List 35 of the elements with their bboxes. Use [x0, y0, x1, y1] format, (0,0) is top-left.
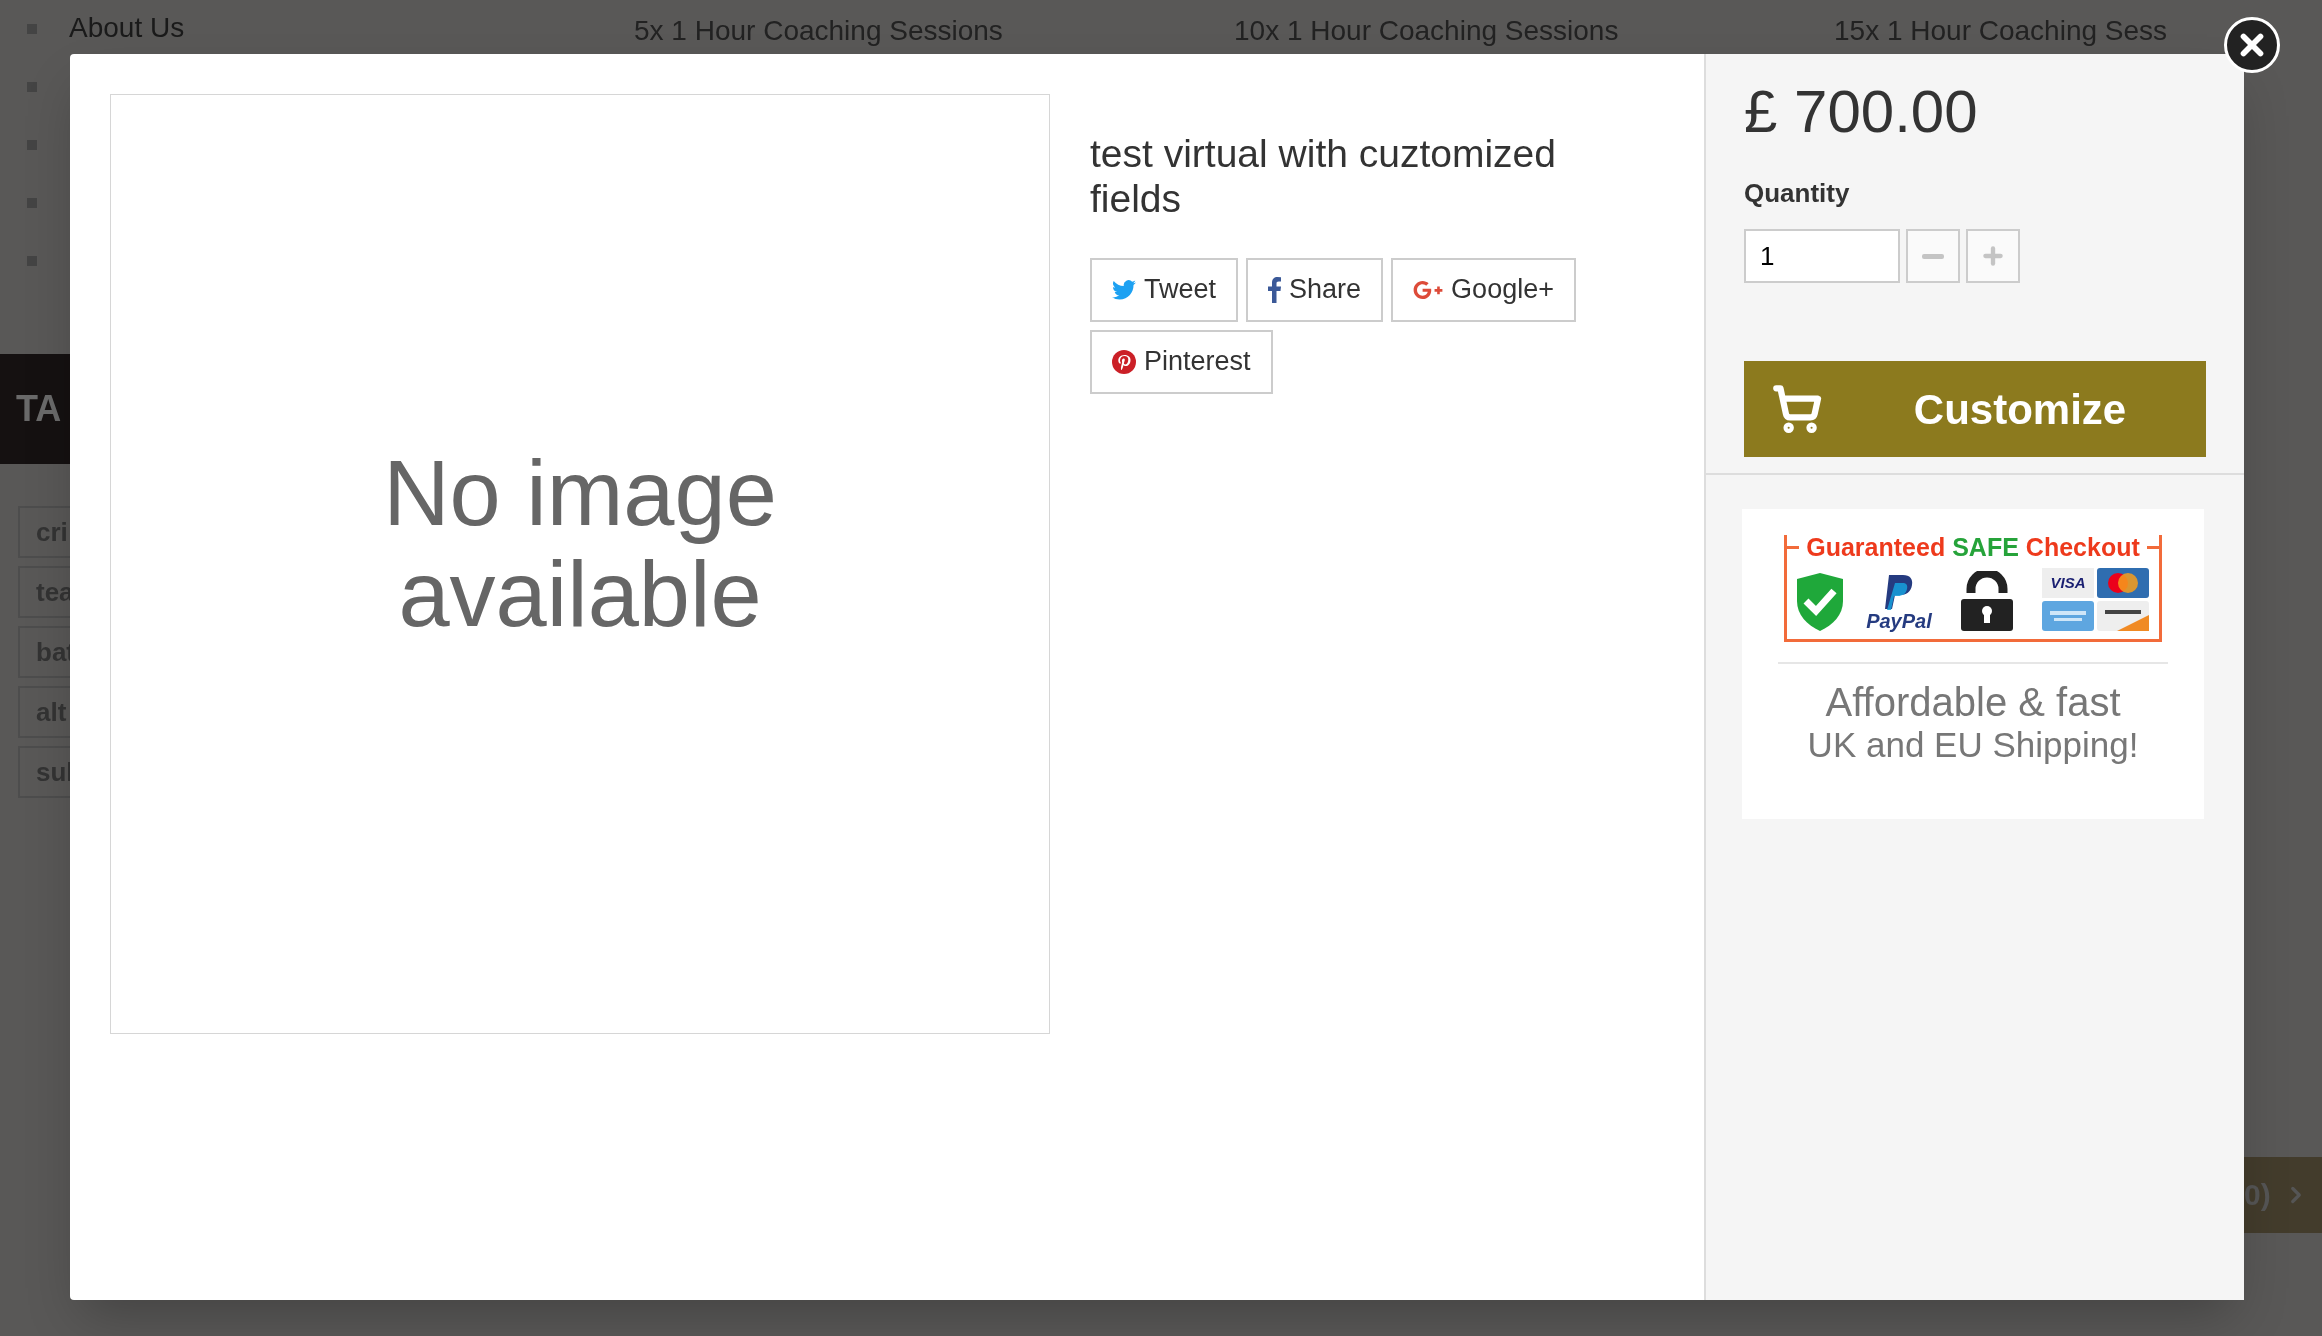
- decrease-button[interactable]: [1906, 229, 1960, 283]
- share-button[interactable]: Pinterest: [1090, 329, 1273, 394]
- customize-button[interactable]: Customize: [1744, 361, 2206, 457]
- badge-title: SAFE: [1952, 535, 2019, 560]
- share-button[interactable]: Google+: [1391, 257, 1576, 322]
- close-button[interactable]: [2224, 17, 2280, 73]
- cart-icon: [1772, 384, 1822, 434]
- shipping-headline: Affordable & fast: [1825, 682, 2121, 722]
- shipping-subline: UK and EU Shipping!: [1807, 726, 2139, 765]
- quantity-field[interactable]: 1: [1744, 229, 1900, 283]
- price: £ 700.00: [1744, 77, 1979, 147]
- mastercard-icon: [2097, 568, 2149, 598]
- amex-card-icon: [2042, 601, 2094, 631]
- heading: TA: [16, 391, 62, 427]
- badge-title: Checkout: [2025, 535, 2140, 560]
- increase-button[interactable]: [1966, 229, 2020, 283]
- plus-icon: [1980, 243, 2006, 269]
- badge-title: Guaranteed: [1806, 535, 1946, 560]
- facebook-icon: [1268, 276, 1282, 303]
- bird-icon: [1112, 279, 1136, 300]
- discover-card-icon: [2097, 601, 2149, 631]
- shield-check-icon: [1797, 573, 1843, 631]
- pinterest-icon: [1112, 349, 1136, 374]
- product-tab[interactable]: 10x 1 Hour Coaching Sessions: [1190, 14, 1790, 48]
- product-title: test virtual with cuztomized fields: [1090, 132, 1557, 222]
- minus-icon: [1922, 253, 1944, 259]
- product-tab[interactable]: 15x 1 Hour Coaching Sess: [1790, 14, 2322, 48]
- paypal-p-icon: [1882, 575, 1915, 611]
- share-button[interactable]: Share: [1246, 257, 1384, 322]
- quantity-label: Quantity: [1744, 177, 1851, 210]
- paypal-text: PayPal: [1866, 611, 1932, 631]
- no-image-text: No image available: [382, 442, 778, 646]
- share-button[interactable]: Tweet: [1090, 257, 1239, 322]
- about-us-link[interactable]: About Us: [69, 14, 185, 42]
- visa-card: VISA: [2042, 568, 2094, 598]
